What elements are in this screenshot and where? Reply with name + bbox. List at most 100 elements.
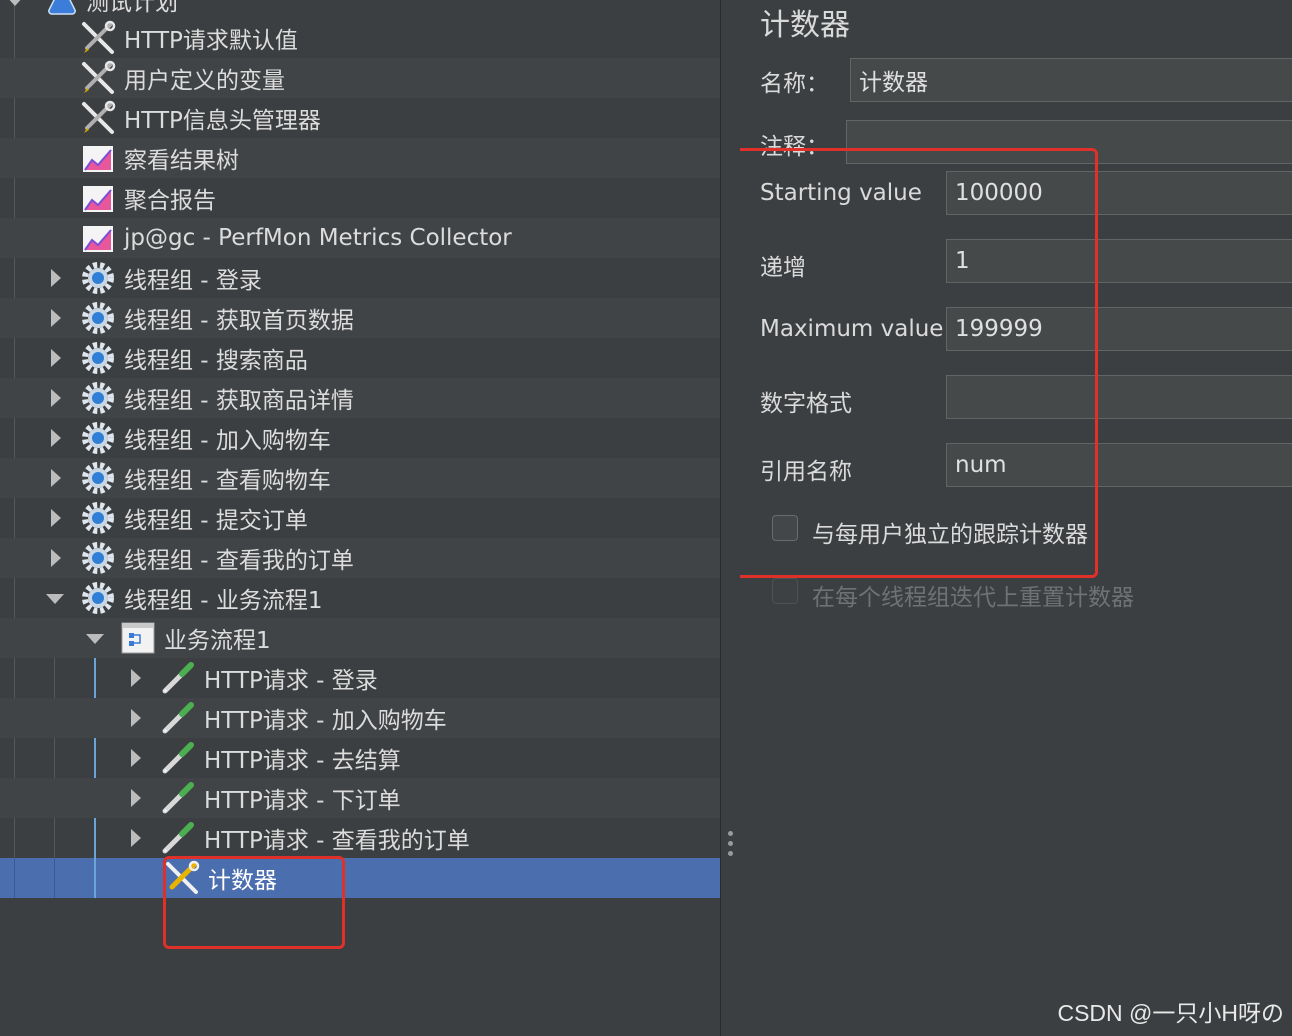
collapsed-arrow-icon[interactable] — [131, 829, 141, 847]
transaction-controller-icon — [121, 622, 155, 654]
thread-group-icon — [82, 262, 114, 294]
thread-group-icon — [82, 502, 114, 534]
tree-node-label: HTTP请求 - 登录 — [204, 668, 378, 694]
tree-node-label: 测试计划 — [86, 0, 178, 16]
config-element-icon — [82, 100, 116, 134]
thread-group-icon — [82, 582, 114, 614]
pane-splitter[interactable] — [720, 0, 740, 1036]
tree-node-http-sampler[interactable]: HTTP请求 - 加入购物车 — [0, 698, 720, 738]
tree-node-label: HTTP请求默认值 — [124, 28, 298, 54]
tree-node-http-defaults[interactable]: HTTP请求默认值 — [0, 18, 720, 58]
highlight-annotation-box — [740, 148, 1098, 578]
tree-node-label: HTTP请求 - 查看我的订单 — [204, 828, 470, 854]
config-element-icon — [82, 60, 116, 94]
collapsed-arrow-icon[interactable] — [51, 549, 61, 567]
tree-guide-line — [14, 858, 15, 898]
tree-node-label: HTTP请求 - 去结算 — [204, 748, 401, 774]
tree-node-label: 业务流程1 — [164, 628, 271, 654]
thread-group-icon — [82, 462, 114, 494]
tree-node-thread-group[interactable]: 线程组 - 登录 — [0, 258, 720, 298]
counter-config-panel: 计数器 名称： 计数器 注释： Starting value 100000 递增… — [740, 0, 1292, 1036]
tree-node-thread-group-business-flow[interactable]: 线程组 - 业务流程1 — [0, 578, 720, 618]
tree-node-label: HTTP信息头管理器 — [124, 108, 321, 134]
splitter-grip-dot — [728, 841, 733, 846]
reset-per-iteration-checkbox[interactable] — [772, 578, 798, 604]
collapsed-arrow-icon[interactable] — [51, 309, 61, 327]
panel-title: 计数器 — [760, 8, 850, 43]
collapsed-arrow-icon[interactable] — [51, 429, 61, 447]
tree-node-label: 线程组 - 提交订单 — [124, 508, 308, 534]
tree-node-label: 线程组 - 登录 — [124, 268, 262, 294]
tree-node-http-sampler[interactable]: HTTP请求 - 去结算 — [0, 738, 720, 778]
splitter-grip-dot — [728, 831, 733, 836]
tree-node-label: 线程组 - 加入购物车 — [124, 428, 331, 454]
tree-node-counter-selected[interactable]: 计数器 — [0, 858, 720, 898]
tree-node-http-sampler[interactable]: HTTP请求 - 登录 — [0, 658, 720, 698]
tree-node-label: 线程组 - 获取首页数据 — [124, 308, 354, 334]
tree-node-user-vars[interactable]: 用户定义的变量 — [0, 58, 720, 98]
thread-group-icon — [82, 382, 114, 414]
highlight-annotation-box — [163, 856, 345, 949]
test-plan-icon — [48, 0, 76, 15]
expanded-arrow-icon[interactable] — [86, 634, 104, 644]
tree-node-aggregate-report[interactable]: 聚合报告 — [0, 178, 720, 218]
test-plan-tree[interactable]: 测试计划 HTTP请求默认值 用户定义的变量 HTTP信息头管理器 察看结果树 … — [0, 0, 720, 1036]
sampler-icon — [162, 822, 194, 854]
thread-group-icon — [82, 542, 114, 574]
tree-node-label: jp@gc - PerfMon Metrics Collector — [124, 225, 512, 251]
listener-icon — [83, 146, 113, 172]
collapsed-arrow-icon[interactable] — [51, 349, 61, 367]
collapsed-arrow-icon[interactable] — [51, 469, 61, 487]
thread-group-icon — [82, 422, 114, 454]
tree-node-label: 用户定义的变量 — [124, 68, 285, 94]
tree-node-root[interactable]: 测试计划 — [0, 0, 720, 20]
tree-node-label: 线程组 - 查看购物车 — [124, 468, 331, 494]
thread-group-icon — [82, 302, 114, 334]
name-input[interactable]: 计数器 — [850, 58, 1292, 102]
tree-node-label: 线程组 - 获取商品详情 — [124, 388, 354, 414]
tree-node-thread-group[interactable]: 线程组 - 获取商品详情 — [0, 378, 720, 418]
tree-node-http-sampler[interactable]: HTTP请求 - 下订单 — [0, 778, 720, 818]
tree-node-thread-group[interactable]: 线程组 - 查看我的订单 — [0, 538, 720, 578]
tree-guide-line — [54, 858, 55, 898]
tree-node-http-sampler[interactable]: HTTP请求 - 查看我的订单 — [0, 818, 720, 858]
listener-icon — [83, 226, 113, 252]
tree-node-label: 察看结果树 — [124, 148, 239, 174]
tree-node-label: HTTP请求 - 下订单 — [204, 788, 401, 814]
tree-node-label: 聚合报告 — [124, 188, 216, 214]
expanded-arrow-icon[interactable] — [6, 0, 24, 6]
tree-node-thread-group[interactable]: 线程组 - 加入购物车 — [0, 418, 720, 458]
tree-node-header-manager[interactable]: HTTP信息头管理器 — [0, 98, 720, 138]
collapsed-arrow-icon[interactable] — [51, 389, 61, 407]
tree-guide-line-active — [94, 858, 96, 898]
sampler-icon — [162, 702, 194, 734]
listener-icon — [83, 186, 113, 212]
tree-node-thread-group[interactable]: 线程组 - 提交订单 — [0, 498, 720, 538]
sampler-icon — [162, 662, 194, 694]
tree-node-label: 线程组 - 搜索商品 — [124, 348, 308, 374]
tree-node-perfmon[interactable]: jp@gc - PerfMon Metrics Collector — [0, 218, 720, 258]
collapsed-arrow-icon[interactable] — [131, 669, 141, 687]
collapsed-arrow-icon[interactable] — [51, 269, 61, 287]
tree-node-label: 线程组 - 业务流程1 — [124, 588, 323, 614]
tree-node-label: 线程组 - 查看我的订单 — [124, 548, 354, 574]
tree-node-view-results-tree[interactable]: 察看结果树 — [0, 138, 720, 178]
tree-node-thread-group[interactable]: 线程组 - 搜索商品 — [0, 338, 720, 378]
collapsed-arrow-icon[interactable] — [131, 709, 141, 727]
expanded-arrow-icon[interactable] — [46, 594, 64, 604]
collapsed-arrow-icon[interactable] — [131, 749, 141, 767]
thread-group-icon — [82, 342, 114, 374]
sampler-icon — [162, 742, 194, 774]
tree-node-thread-group[interactable]: 线程组 - 查看购物车 — [0, 458, 720, 498]
reset-per-iteration-label: 在每个线程组迭代上重置计数器 — [812, 585, 1134, 611]
config-element-icon — [82, 20, 116, 54]
tree-node-label: HTTP请求 - 加入购物车 — [204, 708, 447, 734]
collapsed-arrow-icon[interactable] — [51, 509, 61, 527]
watermark: CSDN @一只小H呀の — [1057, 1000, 1284, 1026]
sampler-icon — [162, 782, 194, 814]
splitter-grip-dot — [728, 851, 733, 856]
tree-node-transaction-controller[interactable]: 业务流程1 — [0, 618, 720, 658]
name-label: 名称： — [760, 71, 829, 97]
collapsed-arrow-icon[interactable] — [131, 789, 141, 807]
tree-node-thread-group[interactable]: 线程组 - 获取首页数据 — [0, 298, 720, 338]
